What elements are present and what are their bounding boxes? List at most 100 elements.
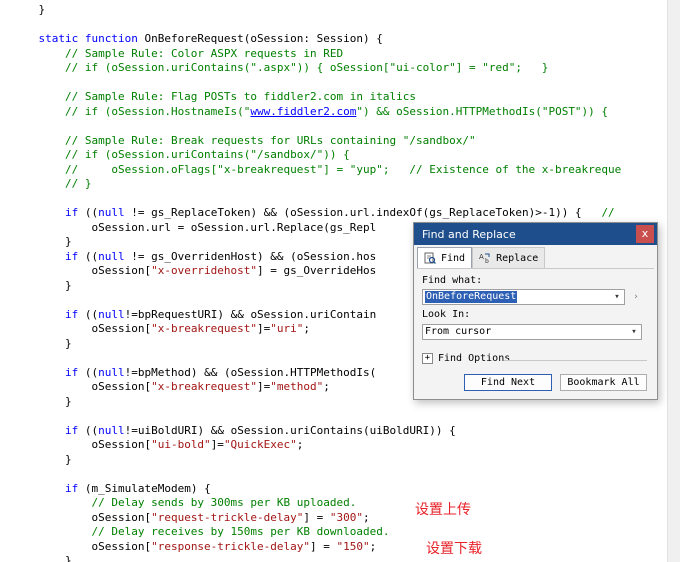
code-line: // Delay sends by 300ms per KB uploaded. xyxy=(12,496,621,511)
code-line: // Delay receives by 150ms per KB downlo… xyxy=(12,525,621,540)
code-token: ; xyxy=(369,539,377,553)
code-token: // if (oSession.uriContains(".aspx")) { … xyxy=(12,61,549,74)
find-options-toggle[interactable]: + Find Options xyxy=(422,353,510,364)
code-line: static function OnBeforeRequest(oSession… xyxy=(12,32,621,47)
code-line: // if (oSession.uriContains(".aspx")) { … xyxy=(12,61,621,76)
find-icon xyxy=(424,252,436,264)
code-token: "x-overridehost" xyxy=(151,264,258,277)
code-line: if ((null!=uiBoldURI) && oSession.uriCon… xyxy=(12,424,621,439)
code-token: null xyxy=(98,365,125,379)
code-token: if xyxy=(12,481,85,495)
code-token: "x-breakrequest" xyxy=(151,380,258,393)
options-divider xyxy=(504,360,647,361)
code-token: OnBeforeRequest(oSession: Session) { xyxy=(144,32,383,45)
code-token: "x-breakrequest" xyxy=(151,322,258,335)
tab-replace[interactable]: A b Replace xyxy=(472,247,546,268)
find-what-input[interactable]: OnBeforeRequest ▾ xyxy=(422,289,625,305)
code-token: oSession[ xyxy=(12,510,152,524)
code-token: } xyxy=(12,336,72,350)
dialog-title: Find and Replace xyxy=(422,227,516,241)
code-line: } xyxy=(12,554,621,562)
code-token: ]= xyxy=(257,322,271,335)
code-token: "QuickExec" xyxy=(223,438,297,451)
vertical-scrollbar[interactable] xyxy=(667,0,680,562)
svg-text:b: b xyxy=(485,258,489,264)
find-options-label: Find Options xyxy=(438,353,511,364)
code-line: if ((null != gs_ReplaceToken) && (oSessi… xyxy=(12,206,621,221)
code-token: ] = gs_OverrideHos xyxy=(257,264,377,277)
code-token: "request-trickle-delay" xyxy=(151,510,304,524)
find-next-button[interactable]: Find Next xyxy=(464,374,552,391)
code-token: (( xyxy=(84,365,99,379)
code-token: // } xyxy=(12,177,92,190)
code-token: ; xyxy=(363,510,370,524)
code-token: if xyxy=(12,307,85,321)
code-link[interactable]: www.fiddler2.com xyxy=(250,105,356,118)
code-token: ] = xyxy=(303,510,330,524)
code-token: !=bpRequestURI) && oSession.uriContain xyxy=(124,307,377,321)
code-token: "ui-bold" xyxy=(151,438,211,451)
code-token: // Delay sends by 300ms per KB uploaded. xyxy=(12,496,357,509)
code-token: if xyxy=(12,365,85,379)
tab-find-label: Find xyxy=(441,252,466,264)
code-token: } xyxy=(12,3,46,16)
chevron-down-icon[interactable]: ▾ xyxy=(612,291,622,303)
code-token: null xyxy=(98,423,125,437)
code-line: oSession["request-trickle-delay"] = "300… xyxy=(12,511,621,526)
code-token: // oSession.oFlags["x-breakrequest"] = "… xyxy=(12,162,622,176)
code-line: // if (oSession.HostnameIs("www.fiddler2… xyxy=(12,105,621,120)
code-token: (( xyxy=(84,423,99,437)
svg-text:A: A xyxy=(479,253,484,261)
replace-icon: A b xyxy=(479,253,490,264)
code-token: oSession.url = oSession.url.Replace(gs_R… xyxy=(12,220,377,234)
code-token: oSession[ xyxy=(12,380,152,393)
code-token: "300" xyxy=(329,510,364,524)
look-in-select[interactable]: From cursor ▾ xyxy=(422,324,642,340)
code-token: !=uiBoldURI) && oSession.uriContains(uiB… xyxy=(124,423,456,437)
code-token: // if (oSession.uriContains("/sandbox/")… xyxy=(12,148,350,161)
chevron-down-icon[interactable]: ▾ xyxy=(629,326,639,338)
code-token: "method" xyxy=(270,380,324,393)
look-in-label: Look In: xyxy=(422,309,471,320)
code-token: ] = xyxy=(310,539,337,553)
chevron-right-icon[interactable]: › xyxy=(630,291,642,303)
code-token: "response-trickle-delay" xyxy=(151,539,311,553)
code-token: ]= xyxy=(257,380,271,393)
code-token: "uri" xyxy=(270,322,304,335)
look-in-value: From cursor xyxy=(425,326,492,337)
code-line: } xyxy=(12,453,621,468)
code-line: // Sample Rule: Flag POSTs to fiddler2.c… xyxy=(12,90,621,105)
dialog-titlebar[interactable]: Find and Replace x xyxy=(414,223,657,245)
upload-annotation: 设置上传 xyxy=(415,502,471,518)
code-token: // xyxy=(601,206,615,219)
code-line: // Sample Rule: Color ASPX requests in R… xyxy=(12,47,621,62)
code-token: ; xyxy=(296,438,304,451)
code-token: != gs_OverridenHost) && (oSession.hos xyxy=(124,249,377,263)
code-token: } xyxy=(12,394,72,408)
code-line: // if (oSession.uriContains("/sandbox/")… xyxy=(12,148,621,163)
code-token: oSession[ xyxy=(12,539,152,553)
code-token: null xyxy=(98,249,125,263)
code-token: if xyxy=(12,206,85,219)
code-line: // oSession.oFlags["x-breakrequest"] = "… xyxy=(12,163,621,178)
code-token: null xyxy=(98,307,125,321)
close-icon: x xyxy=(641,227,649,240)
code-token: // Sample Rule: Break requests for URLs … xyxy=(12,133,476,147)
code-token: ") && oSession.HTTPMethodIs("POST")) { xyxy=(356,104,609,118)
code-token: // if (oSession.HostnameIs(" xyxy=(12,104,251,118)
tab-find[interactable]: Find xyxy=(417,247,473,268)
dialog-tabs: Find A b Replace xyxy=(417,247,546,268)
code-line: } xyxy=(12,3,621,18)
tab-replace-label: Replace xyxy=(496,252,539,264)
code-line: // } xyxy=(12,177,621,192)
close-button[interactable]: x xyxy=(636,225,654,243)
bookmark-all-button[interactable]: Bookmark All xyxy=(560,374,647,391)
code-token: // Sample Rule: Flag POSTs to fiddler2.c… xyxy=(12,90,416,103)
code-token: } xyxy=(12,235,72,248)
code-token: ]= xyxy=(210,438,224,451)
